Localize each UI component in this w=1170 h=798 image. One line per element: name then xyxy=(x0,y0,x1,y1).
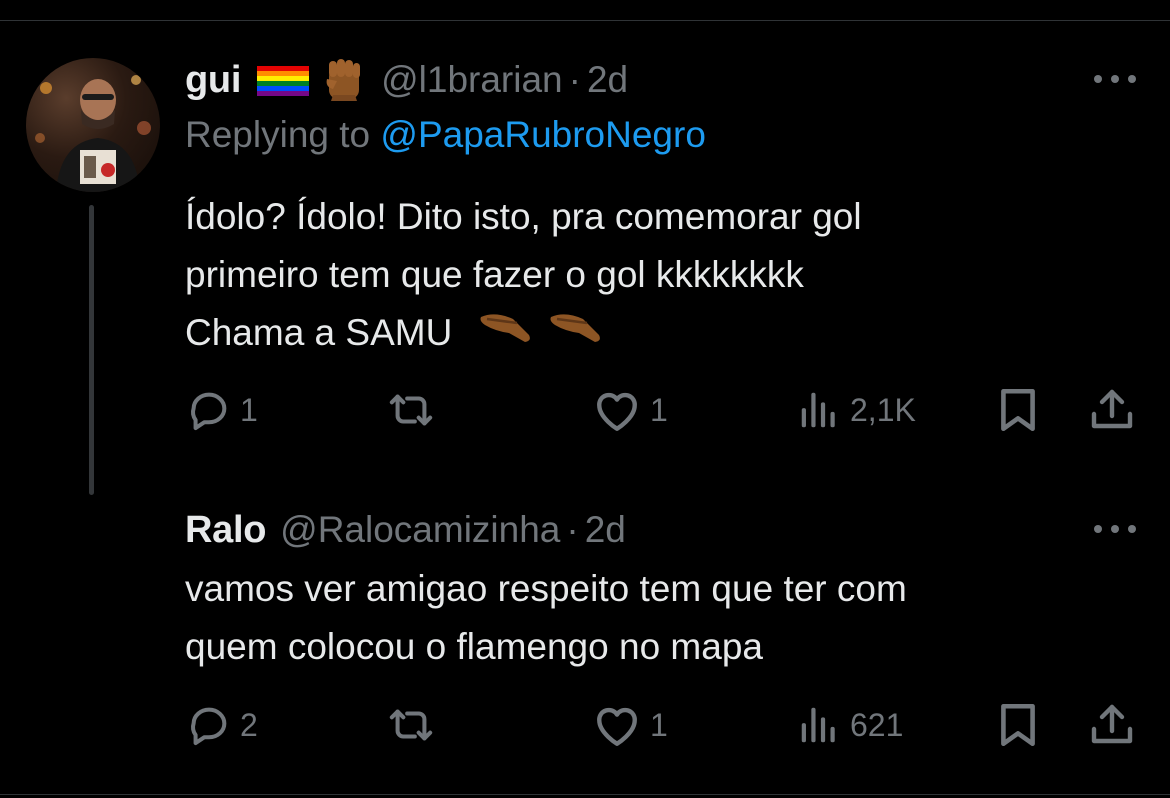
replying-to: Replying to @PapaRubroNegro xyxy=(185,114,706,156)
display-name[interactable]: gui xyxy=(185,59,241,102)
like-button[interactable]: 1 xyxy=(592,380,668,440)
pinching-hand-icon xyxy=(547,306,605,364)
tweet-text-line-with-emoji: Chama a SAMU xyxy=(185,304,862,364)
separator-dot: · xyxy=(566,509,579,550)
rainbow-flag-icon xyxy=(257,64,310,96)
heart-icon xyxy=(592,702,642,748)
raised-fist-icon xyxy=(321,57,367,103)
tweet[interactable]: Ralo @Ralocamizinha · 2d vamos ver amiga… xyxy=(0,500,1170,790)
views-button[interactable]: 2,1K xyxy=(796,380,916,440)
share-upload-icon xyxy=(1088,385,1136,435)
tweet-text: Ídolo? Ídolo! Dito isto, pra comemorar g… xyxy=(185,188,862,364)
reply-count: 1 xyxy=(240,391,258,428)
heart-icon xyxy=(592,387,642,433)
tweet-text: vamos ver amigao respeito tem que ter co… xyxy=(185,560,907,676)
tweet-text-line: Ídolo? Ídolo! Dito isto, pra comemorar g… xyxy=(185,196,862,237)
bookmark-button[interactable] xyxy=(996,695,1040,755)
tweet-header: Ralo @Ralocamizinha · 2d xyxy=(185,505,626,555)
retweet-icon xyxy=(384,387,438,433)
like-count: 1 xyxy=(650,391,668,428)
action-bar: 2 1 621 xyxy=(0,695,1170,755)
views-count: 2,1K xyxy=(850,391,916,428)
bookmark-button[interactable] xyxy=(996,380,1040,440)
display-name[interactable]: Ralo xyxy=(185,509,266,552)
tweet-text-line: primeiro tem que fazer o gol kkkkkkkk xyxy=(185,254,804,295)
bar-chart-icon xyxy=(796,702,842,748)
tweet-header: gui @l1brarian · 2d xyxy=(185,55,628,105)
more-dots-icon[interactable] xyxy=(1094,74,1136,84)
reply-button[interactable]: 2 xyxy=(186,695,258,755)
retweet-button[interactable] xyxy=(384,380,438,440)
pinching-hand-icon xyxy=(477,306,535,364)
avatar[interactable] xyxy=(26,58,160,192)
bottom-divider xyxy=(0,794,1170,795)
share-upload-icon xyxy=(1088,700,1136,750)
action-bar: 1 1 2,1K xyxy=(0,380,1170,440)
speech-bubble-icon xyxy=(186,387,232,433)
like-button[interactable]: 1 xyxy=(592,695,668,755)
replying-to-label: Replying to xyxy=(185,114,381,155)
timestamp[interactable]: 2d xyxy=(587,59,628,101)
tweet-text-line: Chama a SAMU xyxy=(185,312,453,353)
share-button[interactable] xyxy=(1088,695,1136,755)
speech-bubble-icon xyxy=(186,702,232,748)
top-divider xyxy=(0,20,1170,21)
tweet-text-line: quem colocou o flamengo no mapa xyxy=(185,626,763,667)
like-count: 1 xyxy=(650,706,668,743)
reply-button[interactable]: 1 xyxy=(186,380,258,440)
retweet-icon xyxy=(384,702,438,748)
bookmark-icon xyxy=(996,700,1040,750)
bookmark-icon xyxy=(996,385,1040,435)
mention-link[interactable]: @PapaRubroNegro xyxy=(380,114,706,155)
retweet-button[interactable] xyxy=(384,695,438,755)
timestamp[interactable]: 2d xyxy=(585,509,626,551)
thread-line xyxy=(89,205,94,495)
more-dots-icon[interactable] xyxy=(1094,524,1136,534)
views-button[interactable]: 621 xyxy=(796,695,903,755)
tweet[interactable]: gui @l1brarian · 2d Replying to @PapaRub… xyxy=(0,40,1170,500)
user-handle[interactable]: @l1brarian xyxy=(381,59,563,101)
bar-chart-icon xyxy=(796,387,842,433)
share-button[interactable] xyxy=(1088,380,1136,440)
separator-dot: · xyxy=(568,59,581,100)
views-count: 621 xyxy=(850,706,904,743)
reply-count: 2 xyxy=(240,706,258,743)
tweet-text-line: vamos ver amigao respeito tem que ter co… xyxy=(185,568,907,609)
user-handle[interactable]: @Ralocamizinha xyxy=(280,509,560,551)
